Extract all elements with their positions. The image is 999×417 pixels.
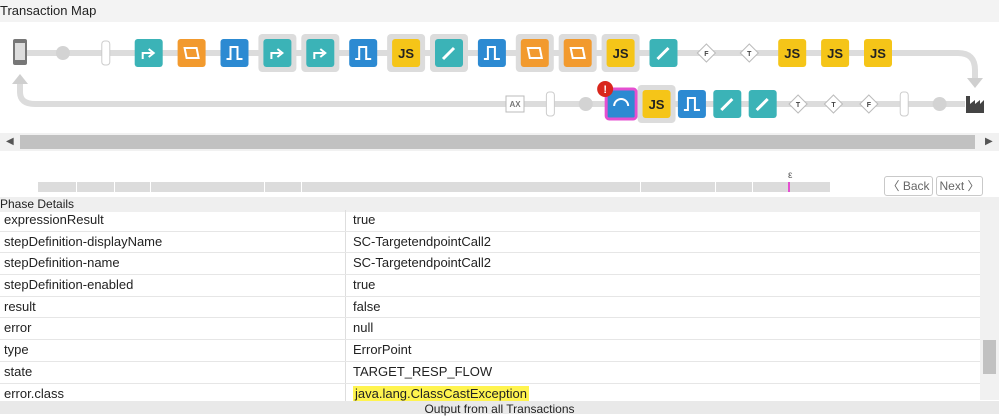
transaction-map-canvas: JS JS F T JS JS JS AX! JS T T F bbox=[12, 34, 984, 123]
next-button[interactable]: Next 〉 bbox=[936, 176, 983, 196]
arrow-up-icon bbox=[12, 74, 28, 84]
highlighted-value: java.lang.ClassCastException bbox=[353, 385, 529, 401]
js-icon: JS bbox=[827, 46, 843, 61]
row-key: stepDefinition-displayName bbox=[4, 233, 163, 249]
row-value: SC-TargetendpointCall2 bbox=[353, 255, 491, 270]
row-value: true bbox=[353, 212, 375, 227]
row-key: type bbox=[4, 342, 29, 358]
value-text: false bbox=[353, 298, 381, 314]
value-text: true bbox=[353, 277, 376, 293]
phase-details-table: expressionResult true stepDefinition-displ… bbox=[0, 210, 980, 406]
row-value: TARGET_RESP_FLOW bbox=[353, 364, 492, 379]
row-value: null bbox=[353, 320, 373, 335]
step-flow-icon bbox=[477, 39, 506, 67]
row-value: false bbox=[353, 299, 380, 314]
arrow-down-icon bbox=[967, 78, 983, 88]
row-key: stepDefinition-name bbox=[4, 255, 120, 271]
ax-label: AX bbox=[509, 100, 521, 109]
decision-label: T bbox=[747, 51, 752, 58]
output-footer[interactable]: Output from all Transactions bbox=[0, 401, 999, 416]
value-text: ErrorPoint bbox=[353, 342, 412, 358]
row-value: SC-TargetendpointCall2 bbox=[353, 234, 491, 249]
flow-bar bbox=[101, 40, 111, 66]
scroll-right-icon[interactable]: ▶ bbox=[985, 136, 993, 147]
value-text: null bbox=[353, 320, 374, 336]
step-scroll-icon bbox=[520, 39, 549, 67]
value-text: SC-TargetendpointCall2 bbox=[353, 255, 492, 271]
row-value: java.lang.ClassCastException bbox=[353, 385, 529, 401]
flow-bar bbox=[545, 91, 555, 117]
vscroll-thumb[interactable] bbox=[983, 340, 996, 374]
scroll-left-icon[interactable]: ◀ bbox=[6, 136, 14, 147]
row-key: error.class bbox=[4, 385, 64, 401]
value-text: SC-TargetendpointCall2 bbox=[353, 233, 492, 249]
vertical-scrollbar[interactable] bbox=[980, 210, 999, 400]
table-row: stepDefinition-displayName SC-Targetendpo… bbox=[0, 231, 980, 254]
step-flow-icon bbox=[220, 39, 249, 67]
step-flow-icon bbox=[677, 90, 706, 118]
track-bottom bbox=[17, 80, 965, 107]
panel-title: Transaction Map bbox=[0, 0, 999, 23]
back-button[interactable]: 〈 Back bbox=[884, 176, 933, 196]
row-value: ErrorPoint bbox=[353, 342, 412, 357]
row-key: state bbox=[4, 363, 33, 379]
step-flow-icon bbox=[349, 39, 378, 67]
row-key: result bbox=[4, 298, 36, 314]
row-key: error bbox=[4, 320, 32, 336]
factory-icon bbox=[966, 96, 984, 113]
decision-label: T bbox=[831, 102, 836, 109]
table-row: state TARGET_RESP_FLOW bbox=[0, 361, 980, 384]
row-key: stepDefinition-enabled bbox=[4, 277, 134, 293]
flow-dot bbox=[55, 46, 70, 60]
table-row: expressionResult true bbox=[0, 210, 980, 232]
js-icon: JS bbox=[398, 46, 414, 61]
step-scroll-icon bbox=[563, 39, 592, 67]
flow-dot bbox=[578, 97, 593, 111]
flow-dot bbox=[932, 97, 947, 111]
row-key: expressionResult bbox=[4, 212, 104, 227]
timeline-marker: ε bbox=[788, 170, 793, 181]
timeline-bar[interactable] bbox=[38, 182, 830, 192]
js-icon: JS bbox=[649, 97, 665, 112]
table-row: result false bbox=[0, 296, 980, 319]
table-row: error null bbox=[0, 318, 980, 341]
table-row: type ErrorPoint bbox=[0, 340, 980, 362]
value-text: TARGET_RESP_FLOW bbox=[353, 363, 493, 379]
js-icon: JS bbox=[870, 46, 886, 61]
value-text: true bbox=[353, 212, 376, 227]
transaction-map: JS JS F T JS JS JS AX! JS T T F bbox=[0, 22, 999, 134]
flow-bar bbox=[899, 91, 909, 117]
decision-label: F bbox=[704, 51, 709, 58]
table-row: stepDefinition-name SC-TargetendpointCall… bbox=[0, 253, 980, 276]
js-icon: JS bbox=[613, 46, 629, 61]
step-scroll-icon bbox=[177, 39, 206, 67]
scroll-thumb[interactable] bbox=[20, 135, 975, 149]
decision-label: F bbox=[867, 102, 872, 109]
table-row: stepDefinition-enabled true bbox=[0, 275, 980, 297]
horizontal-scrollbar[interactable]: ◀ ▶ bbox=[0, 133, 999, 151]
decision-label: T bbox=[796, 102, 801, 109]
phone-screen bbox=[15, 43, 25, 60]
row-value: true bbox=[353, 277, 375, 292]
error-badge-label: ! bbox=[603, 84, 607, 96]
js-icon: JS bbox=[784, 46, 800, 61]
